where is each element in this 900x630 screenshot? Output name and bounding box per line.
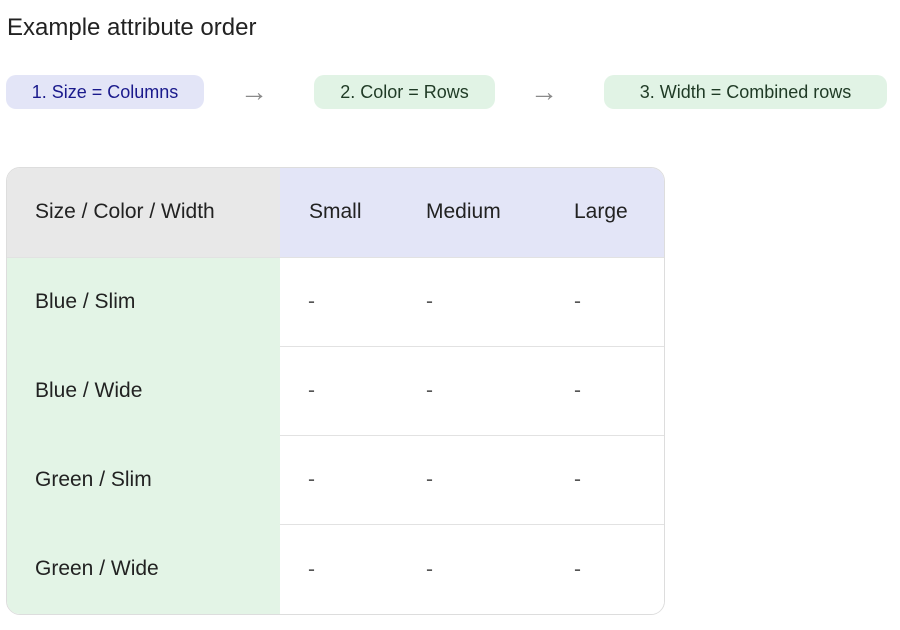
row-header-blue-slim: Blue / Slim	[7, 256, 280, 347]
table-cell[interactable]: -	[280, 345, 398, 436]
column-header-small: Small	[280, 168, 398, 257]
step-pill-color-rows: 2. Color = Rows	[314, 75, 495, 109]
table-cell[interactable]: -	[398, 256, 546, 347]
table-cell[interactable]: -	[546, 434, 664, 525]
row-header-green-wide: Green / Wide	[7, 524, 280, 614]
variant-matrix-table: Size / Color / Width Small Medium Large …	[6, 167, 665, 615]
table-row: Blue / Wide - - -	[7, 345, 664, 436]
corner-header: Size / Color / Width	[7, 168, 280, 257]
table-row: Green / Slim - - -	[7, 434, 664, 525]
variant-grid: Size / Color / Width Small Medium Large …	[7, 168, 664, 614]
row-header-green-slim: Green / Slim	[7, 435, 280, 525]
page-title: Example attribute order	[7, 14, 257, 41]
table-header-row: Size / Color / Width Small Medium Large	[7, 168, 664, 257]
attribute-order-steps: 1. Size = Columns → 2. Color = Rows → 3.…	[6, 75, 890, 109]
table-cell[interactable]: -	[280, 524, 398, 614]
step-pill-size-columns: 1. Size = Columns	[6, 75, 204, 109]
column-header-medium: Medium	[398, 168, 546, 257]
step-pill-width-combined-rows: 3. Width = Combined rows	[604, 75, 887, 109]
column-header-large: Large	[546, 168, 664, 257]
table-cell[interactable]: -	[398, 524, 546, 614]
table-cell[interactable]: -	[546, 256, 664, 347]
table-cell[interactable]: -	[280, 434, 398, 525]
table-cell[interactable]: -	[546, 524, 664, 614]
row-header-blue-wide: Blue / Wide	[7, 346, 280, 436]
table-row: Green / Wide - - -	[7, 524, 664, 614]
table-cell[interactable]: -	[398, 434, 546, 525]
arrow-right-icon: →	[530, 76, 558, 107]
table-cell[interactable]: -	[280, 256, 398, 347]
arrow-right-icon: →	[240, 76, 268, 107]
table-cell[interactable]: -	[398, 345, 546, 436]
table-row: Blue / Slim - - -	[7, 256, 664, 347]
table-cell[interactable]: -	[546, 345, 664, 436]
